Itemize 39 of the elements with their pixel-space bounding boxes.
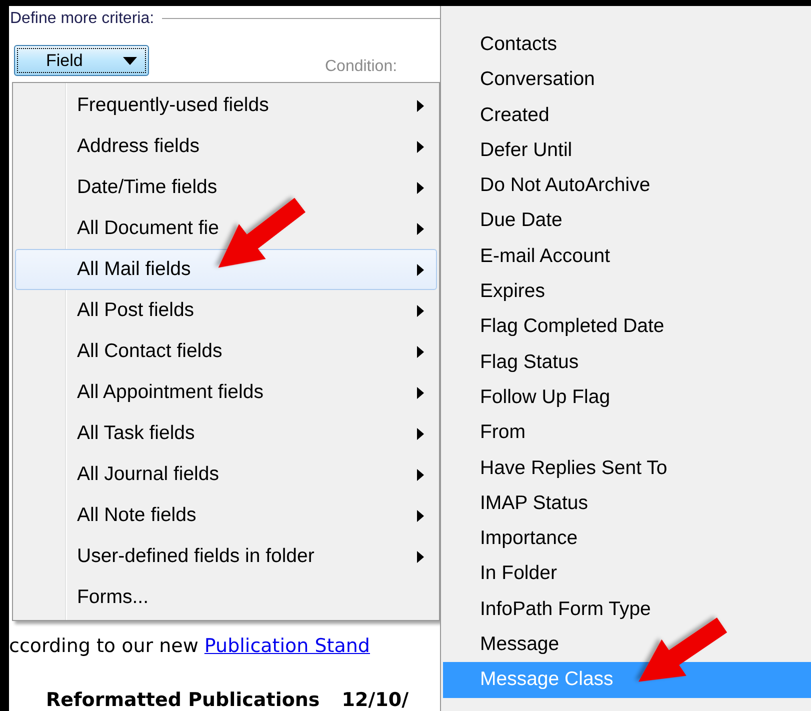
menu-item[interactable]: All Mail fields — [15, 249, 437, 290]
menu-item[interactable]: All Task fields — [15, 413, 437, 454]
publication-link[interactable]: Publication Stand — [204, 635, 370, 658]
menu-item[interactable]: InfoPath Form Type — [443, 592, 811, 628]
menu-item[interactable]: All Document fie — [15, 208, 437, 250]
menu-item[interactable]: Contacts — [443, 27, 811, 62]
menu-item[interactable]: In Folder — [443, 556, 811, 592]
menu-item[interactable]: Address fields — [15, 126, 437, 168]
body-text: ccording to our new — [9, 635, 200, 658]
menu-item[interactable]: All Contact fields — [15, 331, 437, 372]
menu-item[interactable]: Created — [443, 98, 811, 133]
menu-item[interactable]: All Post fields — [15, 290, 437, 332]
heading-date: 12/10/ — [342, 689, 409, 711]
menu-item[interactable]: Importance — [443, 521, 811, 556]
menu-item[interactable]: Do Not AutoArchive — [443, 168, 811, 204]
caret-icon — [123, 56, 137, 65]
menu-item[interactable]: Message — [443, 627, 811, 662]
menu-item[interactable]: Have Replies Sent To — [443, 450, 811, 486]
menu-item[interactable]: IMAP Status — [443, 486, 811, 522]
section-label: Define more criteria: — [10, 10, 154, 28]
menu-item[interactable]: Follow Up Flag — [443, 380, 811, 416]
menu-item[interactable]: Expires — [443, 274, 811, 310]
field-dropdown-button[interactable]: Field — [14, 45, 149, 76]
heading-text: Reformatted Publications — [46, 689, 320, 711]
menu-item[interactable]: All Appointment fields — [15, 372, 437, 414]
menu-item[interactable]: Date/Time fields — [15, 167, 437, 208]
menu-item[interactable]: E-mail Account — [443, 238, 811, 274]
menu-item[interactable]: Due Date — [443, 203, 811, 239]
menu-item[interactable]: Flag Status — [443, 344, 811, 380]
menu-item[interactable]: User-defined fields in folder — [15, 536, 437, 578]
menu-item[interactable]: From — [443, 415, 811, 451]
condition-label: Condition: — [325, 58, 398, 76]
menu-item[interactable]: All Journal fields — [15, 454, 437, 496]
menu-item[interactable]: All Note fields — [15, 495, 437, 536]
menu-item[interactable]: Frequently-used fields — [15, 85, 437, 126]
menu-item[interactable]: Forms... — [15, 577, 437, 618]
menu-item[interactable]: Flag Completed Date — [443, 309, 811, 345]
menu-item[interactable]: Conversation — [443, 62, 811, 98]
menu-item[interactable]: Defer Until — [443, 132, 811, 168]
